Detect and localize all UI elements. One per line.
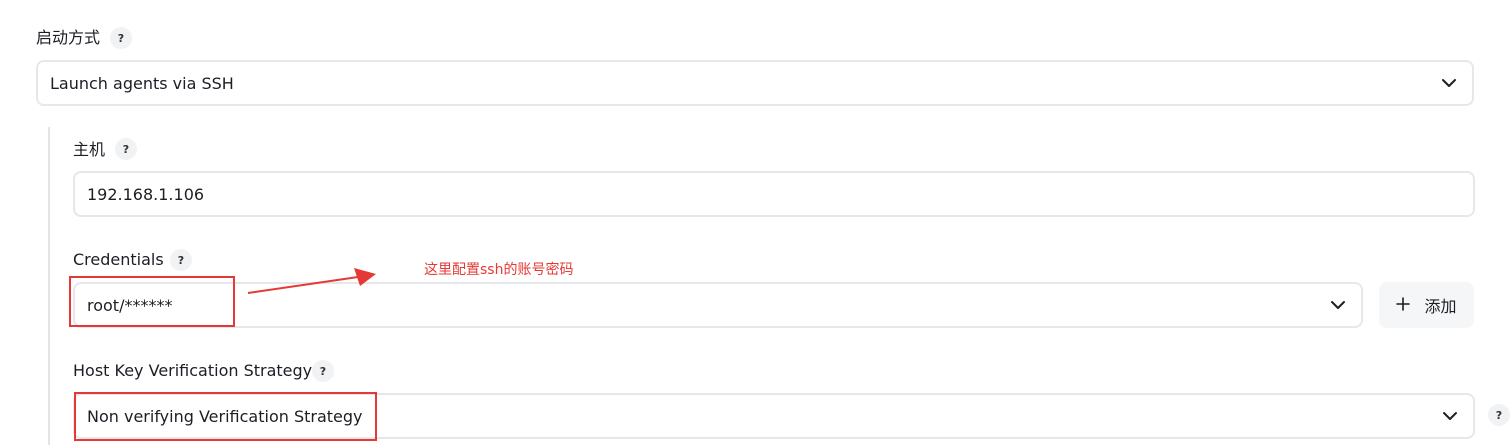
- launch-method-value: Launch agents via SSH: [50, 73, 234, 93]
- launch-method-label: 启动方式: [36, 28, 101, 47]
- chevron-down-icon: [1439, 405, 1461, 427]
- host-input[interactable]: 192.168.1.106: [73, 171, 1475, 217]
- host-input-value: 192.168.1.106: [87, 184, 205, 204]
- chevron-down-icon: [1438, 72, 1460, 94]
- chevron-down-icon: [1327, 294, 1349, 316]
- host-key-strategy-help-icon[interactable]: ?: [312, 360, 334, 382]
- launch-method-select[interactable]: Launch agents via SSH: [36, 60, 1474, 106]
- plus-icon: [1396, 296, 1411, 315]
- host-help-icon[interactable]: ?: [115, 138, 137, 160]
- nested-section-indent-line: [48, 127, 50, 445]
- annotation-highlight-host-key-strategy: [74, 392, 377, 441]
- credentials-label: Credentials: [73, 250, 164, 269]
- annotation-arrow-icon: [247, 268, 376, 294]
- side-help-icon[interactable]: ?: [1488, 404, 1510, 426]
- host-key-strategy-label: Host Key Verification Strategy: [73, 361, 313, 380]
- credentials-help-icon[interactable]: ?: [170, 249, 192, 271]
- host-label: 主机: [73, 140, 106, 159]
- annotation-note: 这里配置ssh的账号密码: [424, 262, 574, 278]
- add-credentials-button[interactable]: 添加: [1379, 282, 1474, 328]
- add-credentials-label: 添加: [1424, 297, 1457, 316]
- annotation-highlight-credentials: [69, 276, 235, 327]
- launch-method-help-icon[interactable]: ?: [110, 27, 132, 49]
